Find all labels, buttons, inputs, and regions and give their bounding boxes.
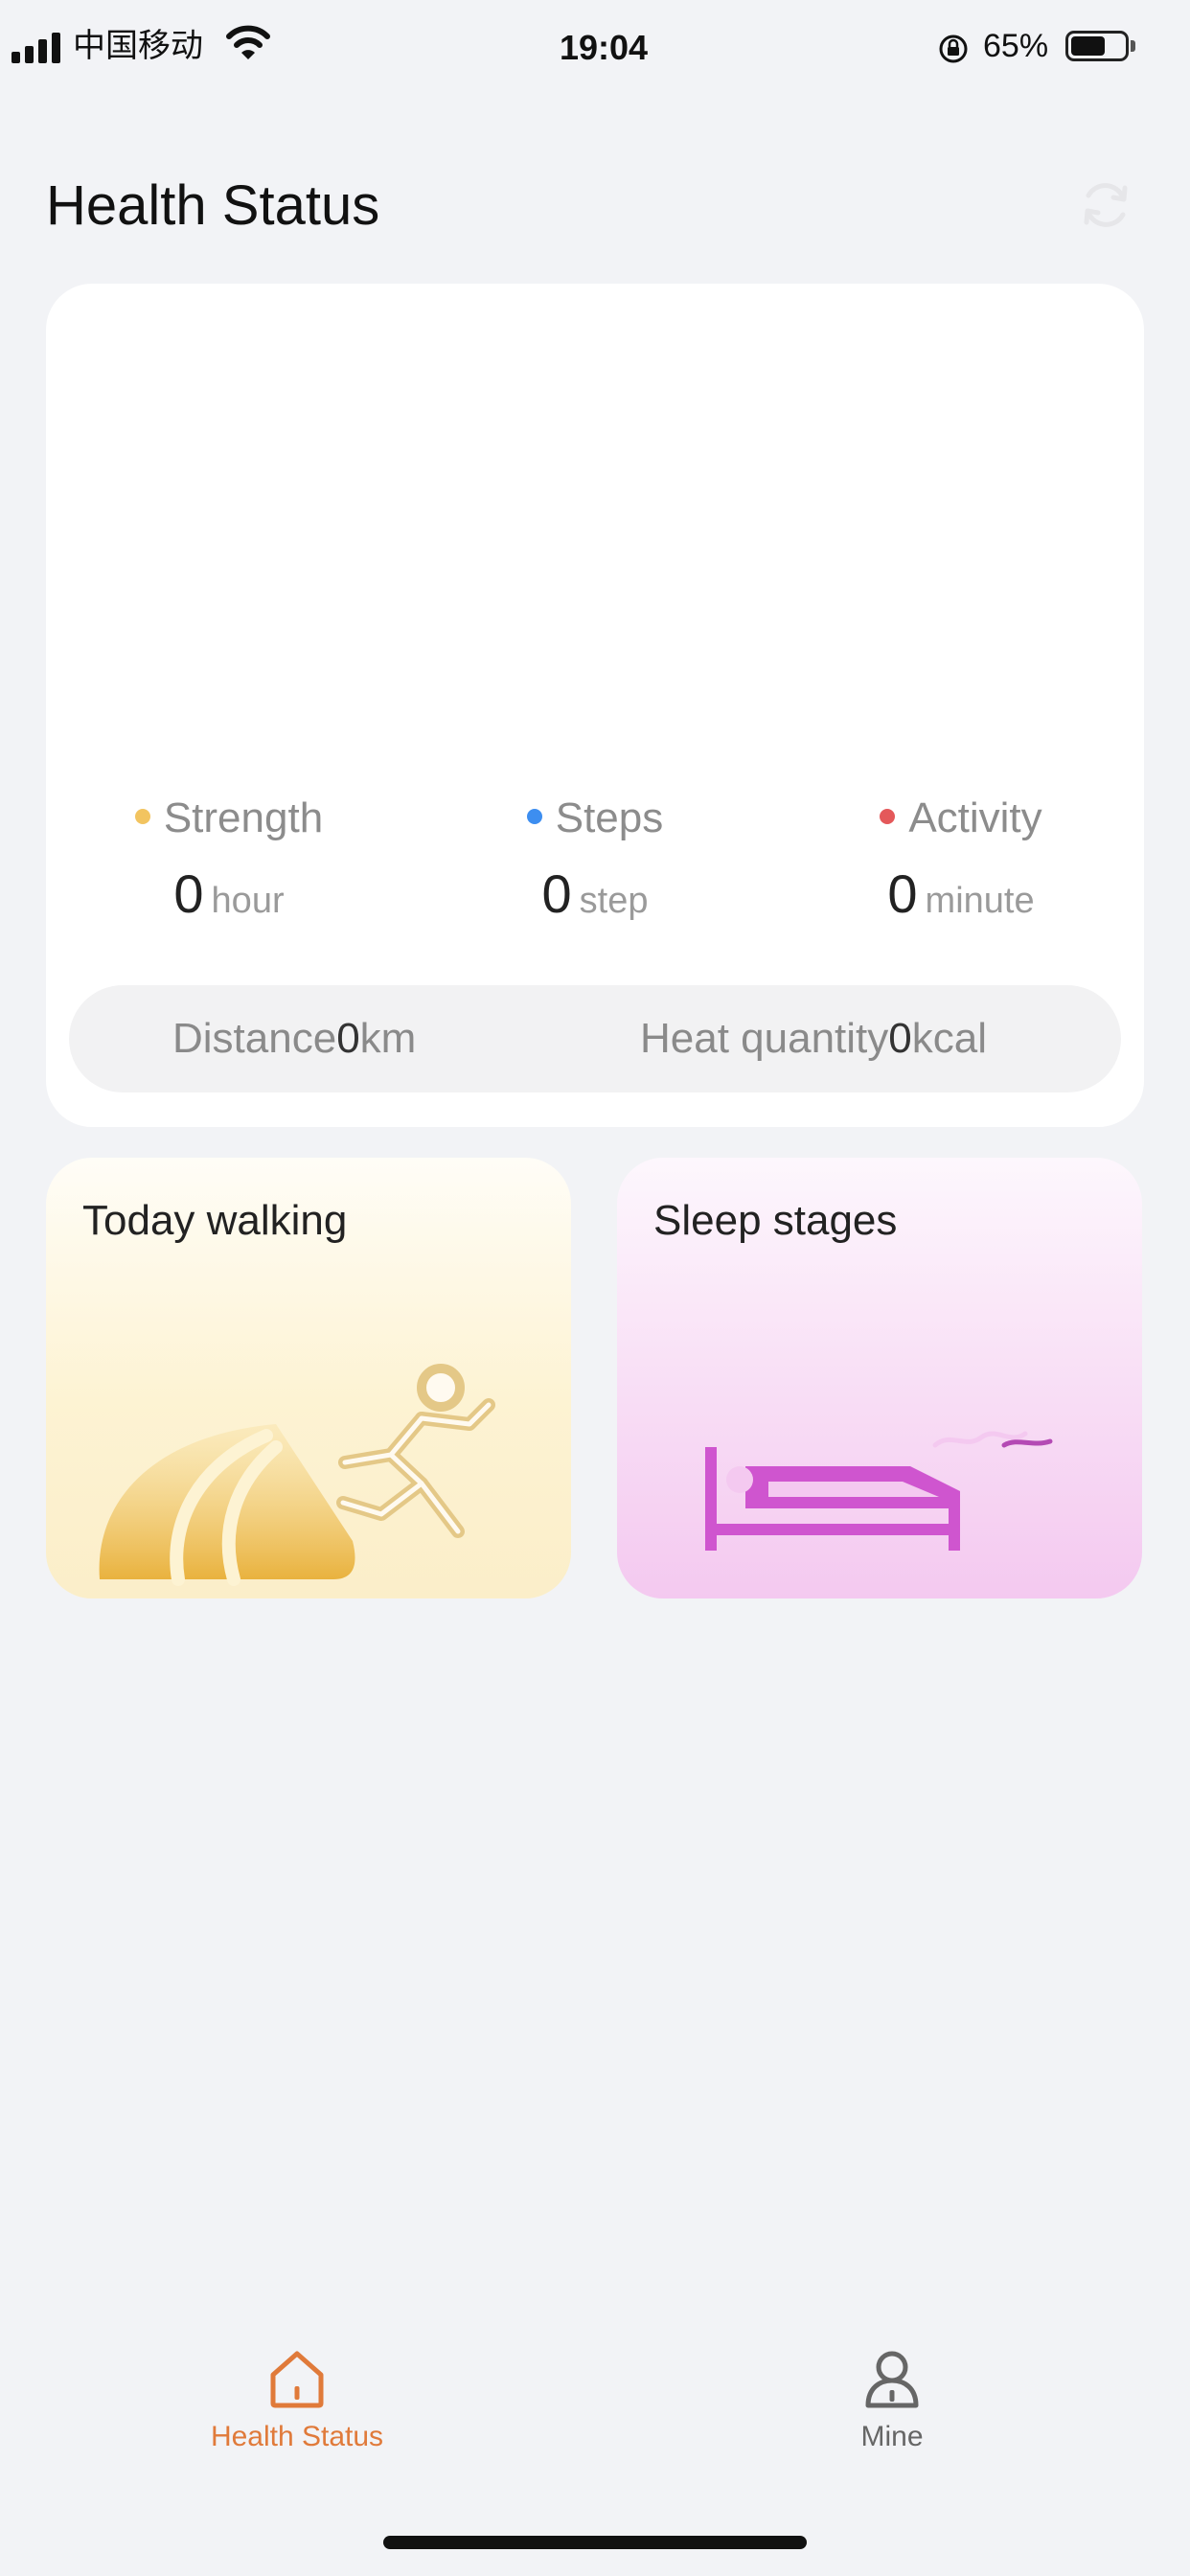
tab-mine[interactable]: Mine <box>748 2348 1036 2456</box>
heat-unit: kcal <box>911 1015 988 1062</box>
heat-value: 0 <box>888 1015 912 1062</box>
strength-dot-icon <box>134 809 150 825</box>
signal-icon <box>11 33 63 63</box>
running-person-icon <box>99 1364 495 1586</box>
person-icon <box>865 2351 919 2408</box>
distance-value: 0 <box>336 1015 360 1062</box>
carrier-name: 中国移动 <box>73 28 203 64</box>
tab-label: Mine <box>860 2421 924 2452</box>
tab-health-status[interactable]: Health Status <box>153 2348 441 2456</box>
metric-value: 0 <box>173 863 204 924</box>
metric-unit: hour <box>211 881 285 921</box>
metric-activity: Activity 0 minute <box>778 792 1144 934</box>
heat-stat: Heat quantity0kcal <box>640 985 987 1092</box>
metric-label: Steps <box>555 794 664 841</box>
battery-tip <box>1131 40 1135 52</box>
tab-label: Health Status <box>210 2421 384 2452</box>
clock-time: 19:04 <box>559 28 649 67</box>
rotation-lock-icon <box>939 34 968 63</box>
sleep-stages-card[interactable]: Sleep stages <box>617 1158 1142 1598</box>
metric-unit: step <box>579 881 649 921</box>
metric-unit: minute <box>925 881 1035 921</box>
metric-label: Strength <box>163 794 324 841</box>
metric-label: Activity <box>908 794 1042 841</box>
metric-strength: Strength 0 hour <box>46 792 412 934</box>
distance-unit: km <box>359 1015 417 1062</box>
battery-percent: 65% <box>983 28 1049 64</box>
metric-steps: Steps 0 step <box>412 792 778 934</box>
refresh-icon[interactable] <box>1077 176 1134 234</box>
today-walking-card[interactable]: Today walking <box>46 1158 571 1598</box>
home-icon <box>270 2351 324 2408</box>
battery-icon <box>1065 31 1129 61</box>
stats-pill: Distance0km Heat quantity0kcal <box>69 985 1121 1092</box>
steps-dot-icon <box>526 809 542 825</box>
metric-value: 0 <box>541 863 572 924</box>
wifi-icon <box>226 25 270 59</box>
home-indicator <box>383 2536 807 2549</box>
distance-stat: Distance0km <box>172 985 416 1092</box>
battery-level <box>1071 36 1105 56</box>
activity-dot-icon <box>880 809 896 825</box>
page-title: Health Status <box>46 174 380 237</box>
bed-moon-icon <box>705 1380 1053 1551</box>
heat-label: Heat quantity <box>640 1015 889 1062</box>
metric-value: 0 <box>887 863 918 924</box>
status-bar: 中国移动 19:04 65% <box>0 0 1190 96</box>
distance-label: Distance <box>172 1015 337 1062</box>
